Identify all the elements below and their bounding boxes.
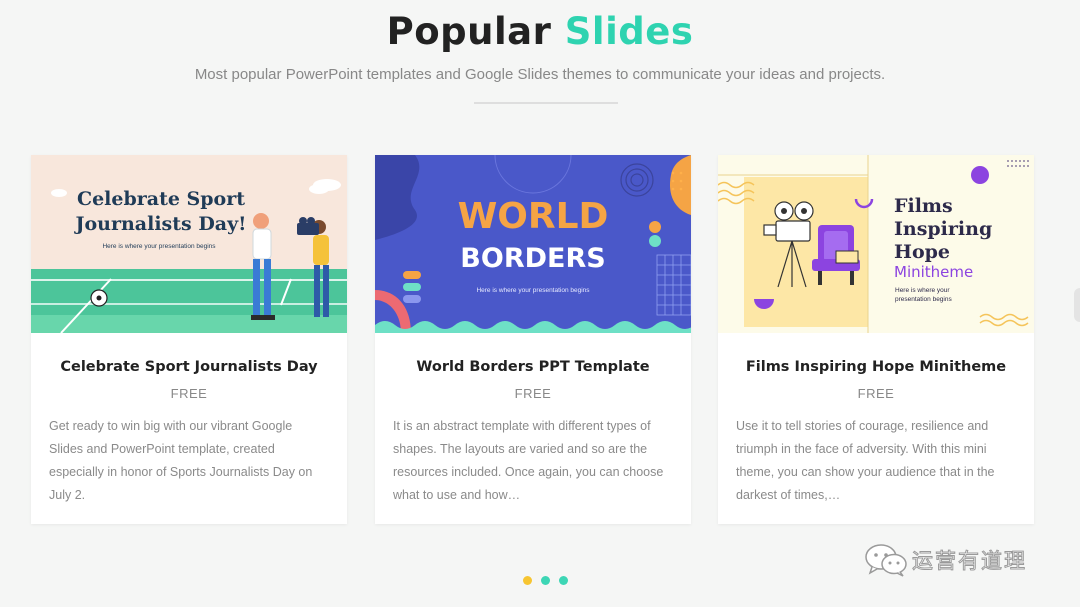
thumb-heading-line2: Journalists Day! <box>74 213 247 235</box>
section-title: Popular Slides <box>0 10 1080 54</box>
card-description: It is an abstract template with differen… <box>393 419 664 502</box>
section-header: Popular Slides Most popular PowerPoint t… <box>0 0 1080 84</box>
thumb-tagline: Here is where your presentation begins <box>102 243 216 250</box>
thumb-tagline: Here is where your presentation begins <box>476 287 590 294</box>
slide-thumbnail[interactable]: WORLD BORDERS Here is where your present… <box>375 155 691 333</box>
slide-thumbnail[interactable]: Films Inspiring Hope Minitheme Here is w… <box>718 155 1034 333</box>
title-word-slides: Slides <box>564 10 694 53</box>
thumb-heading-line1: Celebrate Sport <box>77 188 245 210</box>
thumb-tagline-line2: presentation begins <box>895 296 952 303</box>
card-title[interactable]: Films Inspiring Hope Minitheme <box>718 359 1034 375</box>
price-label: FREE <box>857 386 895 401</box>
thumb-tagline-line1: Here is where your <box>895 287 950 294</box>
wechat-icon <box>865 544 907 577</box>
card-title[interactable]: Celebrate Sport Journalists Day <box>31 359 347 375</box>
thumb-heading-line3: Hope <box>894 241 950 263</box>
card-title[interactable]: World Borders PPT Template <box>375 359 691 375</box>
thumb-heading-line1: WORLD <box>458 196 609 237</box>
card-description: Get ready to win big with our vibrant Go… <box>49 419 313 502</box>
card-description: Use it to tell stories of courage, resil… <box>736 419 995 502</box>
header-divider <box>474 102 618 104</box>
slide-card[interactable]: WORLD BORDERS Here is where your present… <box>375 155 691 524</box>
slide-card[interactable]: Celebrate Sport Journalists Day! Here is… <box>31 155 347 524</box>
title-word-popular: Popular <box>386 10 552 53</box>
pagination-dot-2[interactable] <box>541 576 550 585</box>
watermark: 运营有道理 <box>864 540 1027 580</box>
price-label: FREE <box>170 386 208 401</box>
thumb-heading-line4: Minitheme <box>894 263 973 281</box>
price-label: FREE <box>514 386 552 401</box>
slide-card[interactable]: Films Inspiring Hope Minitheme Here is w… <box>718 155 1034 524</box>
slide-thumbnail[interactable]: Celebrate Sport Journalists Day! Here is… <box>31 155 347 333</box>
section-subtitle: Most popular PowerPoint templates and Go… <box>194 66 886 83</box>
pagination-dot-1[interactable] <box>523 576 532 585</box>
next-slide-handle[interactable] <box>1074 288 1080 322</box>
thumb-heading-line2: BORDERS <box>460 243 605 274</box>
watermark-text: 运营有道理 <box>912 549 1027 574</box>
thumb-heading-line2: Inspiring <box>894 218 992 240</box>
thumb-heading-line1: Films <box>894 195 953 217</box>
pagination-dot-3[interactable] <box>559 576 568 585</box>
